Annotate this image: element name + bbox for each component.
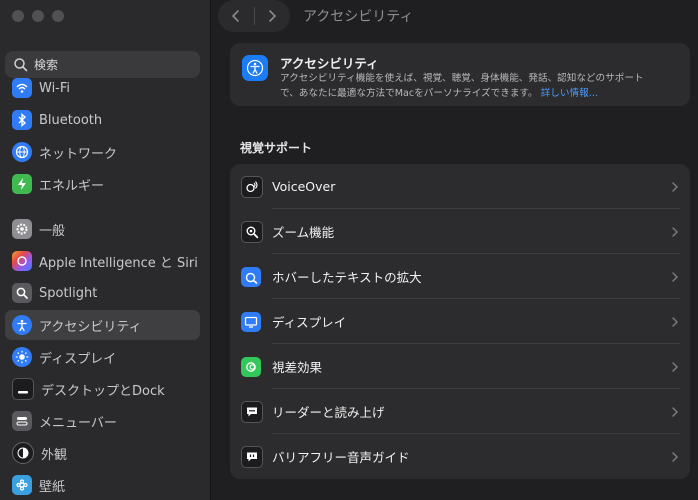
sidebar-item-bluetooth[interactable]: Bluetooth <box>5 105 200 135</box>
audio-descriptions-icon <box>241 445 263 468</box>
accessibility-info-card: アクセシビリティ アクセシビリティ機能を使えば、視覚、聴覚、身体機能、発話、認知… <box>230 43 690 106</box>
vision-item-voiceover[interactable]: VoiceOver <box>230 164 690 209</box>
sidebar-item-appearance[interactable]: 外観 <box>5 438 200 468</box>
vision-item-hover-text[interactable]: ホバーしたテキストの拡大 <box>230 254 690 299</box>
sidebar-item-accessibility[interactable]: アクセシビリティ <box>5 310 200 340</box>
globe-icon <box>12 142 32 162</box>
info-description: アクセシビリティ機能を使えば、視覚、聴覚、身体機能、発話、認知などのサポート で… <box>280 71 680 101</box>
appearance-icon <box>12 442 34 464</box>
minimize-window-button[interactable] <box>32 10 44 22</box>
search-icon <box>14 57 28 71</box>
vision-item-audio-descriptions[interactable]: バリアフリー音声ガイド <box>230 434 690 479</box>
sidebar-item-network[interactable]: ネットワーク <box>5 137 200 167</box>
sidebar-item-wifi[interactable]: Wi-Fi <box>5 73 200 103</box>
row-label: ディスプレイ <box>272 315 347 330</box>
voiceover-icon <box>241 175 263 198</box>
chevron-right-icon <box>672 316 679 327</box>
sidebar-item-label: Apple Intelligence と Siri <box>39 255 198 271</box>
sidebar-item-label: デスクトップとDock <box>41 383 165 399</box>
sidebar-item-label: 外観 <box>41 447 68 463</box>
sidebar: 検索 Wi-Fi Bluetooth ネットワーク エネルギー 一般 Apple… <box>0 0 211 500</box>
sidebar-item-apple-intelligence-siri[interactable]: Apple Intelligence と Siri <box>5 246 200 276</box>
sidebar-item-wallpaper[interactable]: 壁紙 <box>5 470 200 500</box>
display-icon <box>241 311 261 332</box>
section-title-vision: 視覚サポート <box>240 141 313 155</box>
chevron-left-icon <box>231 10 239 22</box>
sidebar-item-menu-bar[interactable]: メニューバー <box>5 406 200 436</box>
menubar-icon <box>12 411 32 431</box>
sidebar-item-label: 一般 <box>39 223 66 239</box>
vision-settings-list: VoiceOver ズーム機能 ホバーしたテキストの拡大 ディスプレイ 視差効果 <box>230 164 690 479</box>
zoom-window-button[interactable] <box>52 10 64 22</box>
dock-icon <box>12 378 34 400</box>
vision-item-zoom[interactable]: ズーム機能 <box>230 209 690 254</box>
row-label: リーダーと読み上げ <box>272 405 385 420</box>
search-placeholder: 検索 <box>34 58 59 72</box>
window-controls <box>12 10 64 22</box>
siri-icon <box>12 251 32 271</box>
info-title: アクセシビリティ <box>280 56 379 71</box>
chevron-right-icon <box>672 361 679 372</box>
wallpaper-icon <box>12 475 32 495</box>
sidebar-item-label: エネルギー <box>39 178 105 194</box>
chevron-right-icon <box>672 451 679 462</box>
close-window-button[interactable] <box>12 10 24 22</box>
sidebar-item-displays[interactable]: ディスプレイ <box>5 342 200 372</box>
motion-icon <box>241 356 261 377</box>
info-desc-line2: で、あなたに最適な方法でMacをパーソナライズできます。 <box>280 88 538 99</box>
sidebar-item-spotlight[interactable]: Spotlight <box>5 278 200 308</box>
sidebar-item-label: Bluetooth <box>39 112 103 128</box>
chevron-right-icon <box>672 406 679 417</box>
row-label: バリアフリー音声ガイド <box>272 450 410 465</box>
navigation-buttons <box>218 0 290 32</box>
chevron-right-icon <box>672 271 679 282</box>
sidebar-item-label: ネットワーク <box>39 146 118 162</box>
learn-more-link[interactable]: 詳しい情報… <box>541 88 599 99</box>
forward-button[interactable] <box>254 0 290 32</box>
info-desc-line1: アクセシビリティ機能を使えば、視覚、聴覚、身体機能、発話、認知などのサポート <box>280 73 644 84</box>
zoom-icon <box>241 220 263 243</box>
accessibility-icon <box>242 55 268 81</box>
gear-icon <box>12 219 32 239</box>
vision-item-motion[interactable]: 視差効果 <box>230 344 690 389</box>
sidebar-item-energy[interactable]: エネルギー <box>5 169 200 199</box>
chevron-right-icon <box>672 226 679 237</box>
row-label: ホバーしたテキストの拡大 <box>272 270 422 285</box>
wifi-icon <box>12 78 32 98</box>
sidebar-item-label: メニューバー <box>39 415 117 431</box>
vision-item-display[interactable]: ディスプレイ <box>230 299 690 344</box>
sidebar-item-label: Spotlight <box>39 285 98 301</box>
sidebar-item-label: アクセシビリティ <box>39 319 142 335</box>
accessibility-icon <box>12 315 32 335</box>
back-button[interactable] <box>218 0 254 32</box>
sun-icon <box>12 347 32 367</box>
hover-text-icon <box>241 266 261 287</box>
bluetooth-icon <box>12 110 32 130</box>
sidebar-item-general[interactable]: 一般 <box>5 214 200 244</box>
sidebar-item-label: 壁紙 <box>39 479 66 495</box>
chevron-right-icon <box>672 181 679 192</box>
spoken-content-icon <box>241 400 263 423</box>
row-label: ズーム機能 <box>272 225 335 240</box>
window-title: アクセシビリティ <box>303 9 414 25</box>
row-label: VoiceOver <box>272 179 336 194</box>
sidebar-item-label: Wi-Fi <box>39 80 71 96</box>
sidebar-item-label: ディスプレイ <box>39 351 117 367</box>
vision-item-spoken-content[interactable]: リーダーと読み上げ <box>230 389 690 434</box>
chevron-right-icon <box>269 10 277 22</box>
sidebar-item-desktop-dock[interactable]: デスクトップとDock <box>5 374 200 404</box>
battery-icon <box>12 174 32 194</box>
row-label: 視差効果 <box>272 360 323 375</box>
spotlight-icon <box>12 283 32 303</box>
